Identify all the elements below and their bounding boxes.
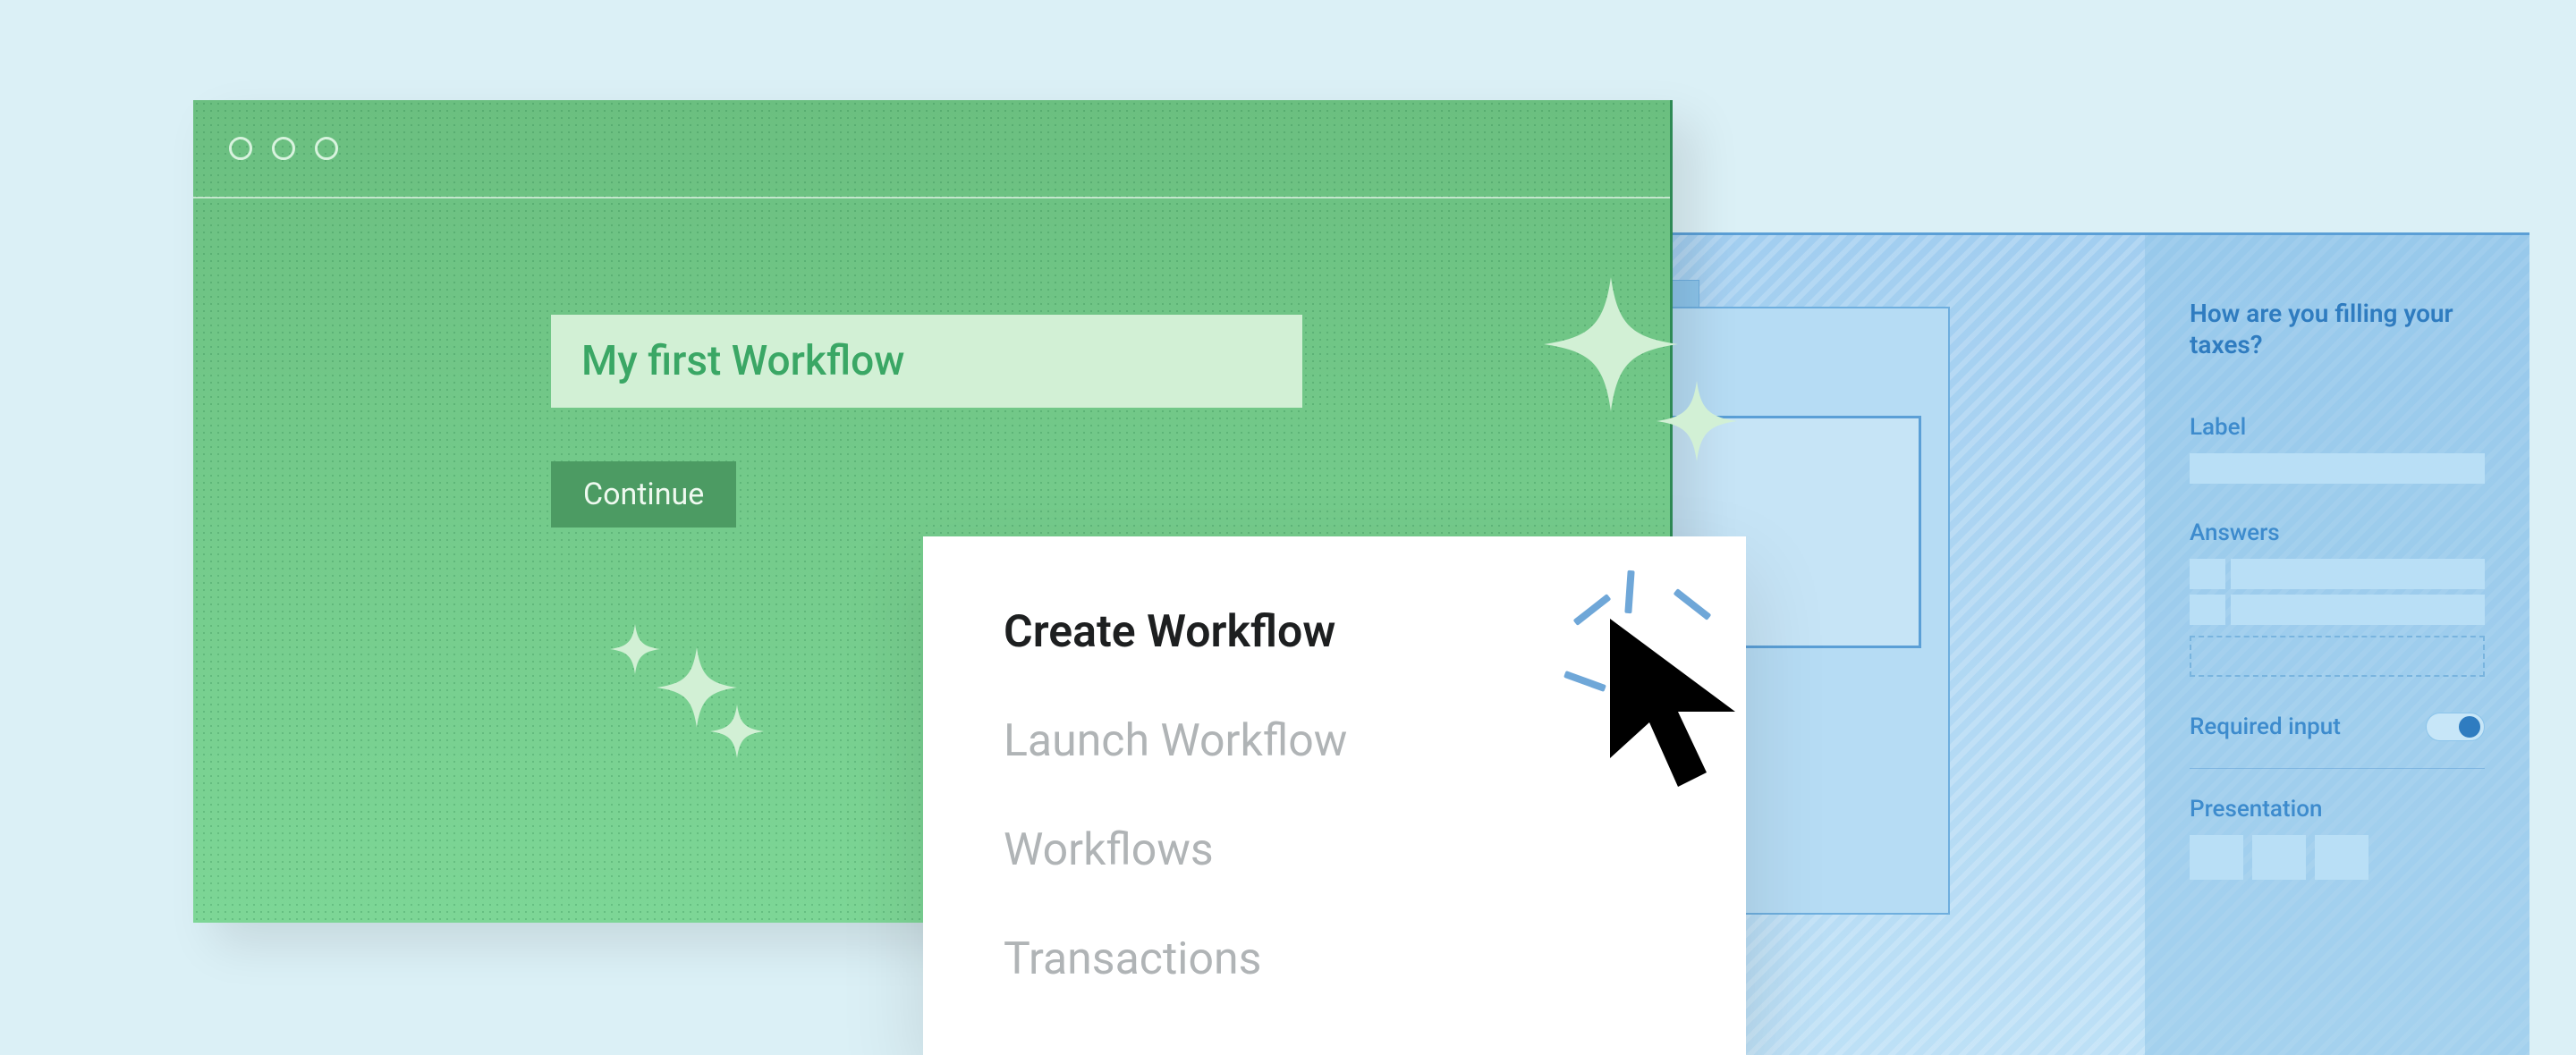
window-body: My first Workflow Continue — [193, 198, 1670, 528]
presentation-heading: Presentation — [2190, 796, 2485, 823]
presentation-option[interactable] — [2252, 835, 2306, 880]
label-input[interactable] — [2190, 453, 2485, 484]
answers-heading: Answers — [2190, 519, 2485, 546]
required-label: Required input — [2190, 713, 2341, 740]
workflow-name-value: My first Workflow — [581, 337, 904, 385]
sparkle-icon — [1657, 381, 1737, 461]
label-heading: Label — [2190, 414, 2485, 441]
sparkle-icon — [710, 705, 764, 758]
traffic-light-icon[interactable] — [229, 137, 252, 160]
answer-input[interactable] — [2231, 559, 2485, 589]
presentation-option[interactable] — [2190, 835, 2243, 880]
presentation-option[interactable] — [2315, 835, 2368, 880]
command-menu: Create Workflow Launch Workflow Workflow… — [923, 536, 1746, 1055]
answer-row — [2190, 559, 2485, 589]
workflow-name-input[interactable]: My first Workflow — [551, 315, 1302, 408]
answer-handle[interactable] — [2190, 595, 2225, 625]
properties-panel: How are you filling your taxes? Label An… — [2145, 235, 2529, 1055]
traffic-light-icon[interactable] — [272, 137, 295, 160]
menu-item-launch-workflow[interactable]: Launch Workflow — [1004, 719, 1746, 764]
sparkle-icon — [610, 624, 660, 674]
menu-item-workflows[interactable]: Workflows — [1004, 828, 1746, 873]
required-toggle[interactable] — [2426, 713, 2485, 741]
panel-question-title: How are you filling your taxes? — [2190, 298, 2485, 360]
add-answer-placeholder[interactable] — [2190, 636, 2485, 677]
menu-item-create-workflow[interactable]: Create Workflow — [1004, 610, 1746, 654]
continue-button-label: Continue — [583, 477, 704, 512]
window-chrome — [193, 100, 1670, 198]
required-input-row: Required input — [2190, 713, 2485, 769]
answer-input[interactable] — [2231, 595, 2485, 625]
menu-item-transactions[interactable]: Transactions — [1004, 937, 1746, 982]
traffic-light-icon[interactable] — [315, 137, 338, 160]
continue-button[interactable]: Continue — [551, 461, 736, 528]
presentation-options — [2190, 835, 2485, 880]
illustration-stage: How are you filling your taxes? Label An… — [0, 0, 2576, 1055]
answer-row — [2190, 595, 2485, 625]
answer-handle[interactable] — [2190, 559, 2225, 589]
